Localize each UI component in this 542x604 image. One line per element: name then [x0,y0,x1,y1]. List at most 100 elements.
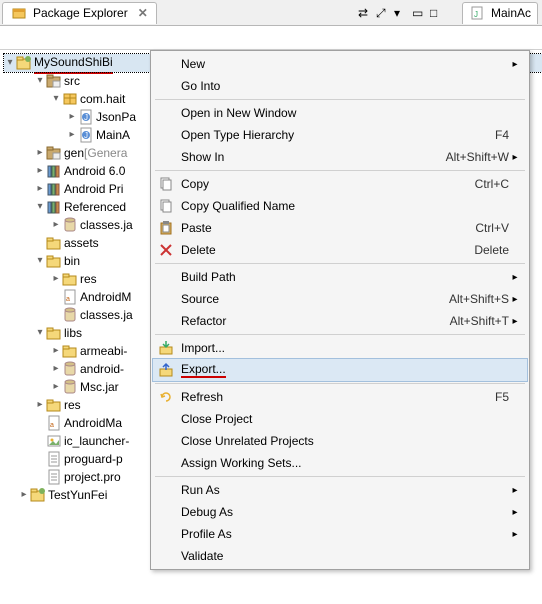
menu-item-close-unrelated-projects[interactable]: Close Unrelated Projects [153,430,527,452]
folder-icon [62,343,78,359]
menu-label: Source [177,292,441,306]
menu-label: Assign Working Sets... [177,456,501,470]
folder-icon [46,325,62,341]
project-icon [30,487,46,503]
expand-icon[interactable]: ▸ [18,486,30,504]
tree-label: ic_launcher- [64,432,129,450]
tree-label: bin [64,252,80,270]
menu-separator [155,476,525,477]
menu-item-refresh[interactable]: RefreshF5 [153,386,527,408]
tree-label: MySoundShiBi [34,53,113,74]
expand-icon[interactable]: ▾ [34,198,46,216]
menu-label: Go Into [177,79,501,93]
menu-item-debug-as[interactable]: Debug As ▸ [153,501,527,523]
expand-icon[interactable]: ▸ [34,162,46,180]
jar-icon [62,217,78,233]
menu-item-import[interactable]: Import... [153,337,527,359]
menu-item-copy[interactable]: CopyCtrl+C [153,173,527,195]
tree-label: src [64,72,80,90]
expand-icon[interactable]: ▾ [34,72,46,90]
text-icon [46,469,62,485]
link-editor-icon[interactable]: ⤢ [376,6,390,20]
menu-separator [155,170,525,171]
menu-item-export[interactable]: Export... [153,359,527,381]
project-icon [16,55,32,71]
expand-icon[interactable]: ▸ [50,270,62,288]
jar-icon [62,379,78,395]
submenu-arrow-icon: ▸ [509,272,521,283]
tree-label: Msc.jar [80,378,119,396]
expand-icon[interactable]: ▸ [50,216,62,234]
menu-separator [155,334,525,335]
menu-label: Delete [177,243,466,257]
menu-accel: Alt+Shift+S [441,292,509,306]
expand-icon[interactable]: ▸ [50,360,62,378]
menu-item-profile-as[interactable]: Profile As▸ [153,523,527,545]
menu-label: Copy [177,177,467,191]
menu-item-open-type-hierarchy[interactable]: Open Type HierarchyF4 [153,124,527,146]
jar-icon [62,361,78,377]
collapse-icon[interactable]: ⇄ [358,6,372,20]
expand-icon[interactable]: ▾ [50,90,62,108]
maximize-icon[interactable]: □ [430,6,444,20]
menu-item-assign-working-sets[interactable]: Assign Working Sets... [153,452,527,474]
tree-label: res [80,270,97,288]
menu-item-close-project[interactable]: Close Project [153,408,527,430]
expand-icon[interactable]: ▸ [50,342,62,360]
menu-item-open-in-new-window[interactable]: Open in New Window [153,102,527,124]
menu-label: Refactor [177,314,442,328]
menu-accel: Alt+Shift+W [438,150,509,164]
tab-mainac[interactable]: J MainAc [462,2,538,24]
menu-label: Debug As [177,505,501,519]
menu-label: Run As [177,483,501,497]
svg-text:a: a [50,422,54,429]
menu-icon[interactable]: ▾ [394,6,408,20]
export-icon [155,362,177,378]
expand-icon[interactable]: ▸ [34,144,46,162]
menu-item-source[interactable]: SourceAlt+Shift+S▸ [153,288,527,310]
minimize-icon[interactable]: ▭ [412,6,426,20]
expand-icon[interactable]: ▸ [66,126,78,144]
menu-item-delete[interactable]: DeleteDelete [153,239,527,261]
tree-label: libs [64,324,82,342]
tab-package-explorer[interactable]: Package Explorer ✕ [2,2,157,24]
java-file-icon: J [469,5,485,21]
copy-icon [155,198,177,214]
menu-item-go-into[interactable]: Go Into [153,75,527,97]
menu-item-copy-qualified-name[interactable]: Copy Qualified Name [153,195,527,217]
tab-toolbar: ⇄ ⤢ ▾ ▭ □ [358,6,450,20]
menu-item-new[interactable]: New▸ [153,53,527,75]
expand-icon[interactable]: ▾ [34,324,46,342]
expand-icon[interactable]: ▸ [34,180,46,198]
expand-icon[interactable]: ▾ [4,54,16,72]
menu-item-run-as[interactable]: Run As▸ [153,479,527,501]
svg-text:J: J [84,113,88,122]
tab-title: Package Explorer [33,6,128,20]
expand-icon[interactable]: ▸ [34,396,46,414]
view-toolbar [0,26,542,50]
menu-item-build-path[interactable]: Build Path▸ [153,266,527,288]
menu-label: Profile As [177,527,501,541]
menu-item-show-in[interactable]: Show InAlt+Shift+W▸ [153,146,527,168]
refresh-icon [155,389,177,405]
tree-label: classes.ja [80,216,133,234]
menu-label: New [177,57,501,71]
tab-bar: Package Explorer ✕ ⇄ ⤢ ▾ ▭ □ J MainAc [0,0,542,26]
library-icon [46,163,62,179]
expand-icon[interactable]: ▾ [34,252,46,270]
menu-item-refactor[interactable]: RefactorAlt+Shift+T▸ [153,310,527,332]
close-icon[interactable]: ✕ [138,6,148,20]
menu-accel: Delete [466,243,509,257]
context-menu: New▸Go IntoOpen in New WindowOpen Type H… [150,50,530,570]
expand-icon[interactable]: ▸ [50,378,62,396]
menu-accel: F5 [487,390,509,404]
src-folder-icon [46,73,62,89]
expand-icon[interactable]: ▸ [66,108,78,126]
tree-label: classes.ja [80,306,133,324]
menu-item-validate[interactable]: Validate [153,545,527,567]
tree-label: JsonPa [96,108,136,126]
submenu-arrow-icon: ▸ [509,316,521,327]
menu-item-paste[interactable]: PasteCtrl+V [153,217,527,239]
submenu-arrow-icon: ▸ [509,507,521,518]
svg-text:J: J [474,10,478,19]
